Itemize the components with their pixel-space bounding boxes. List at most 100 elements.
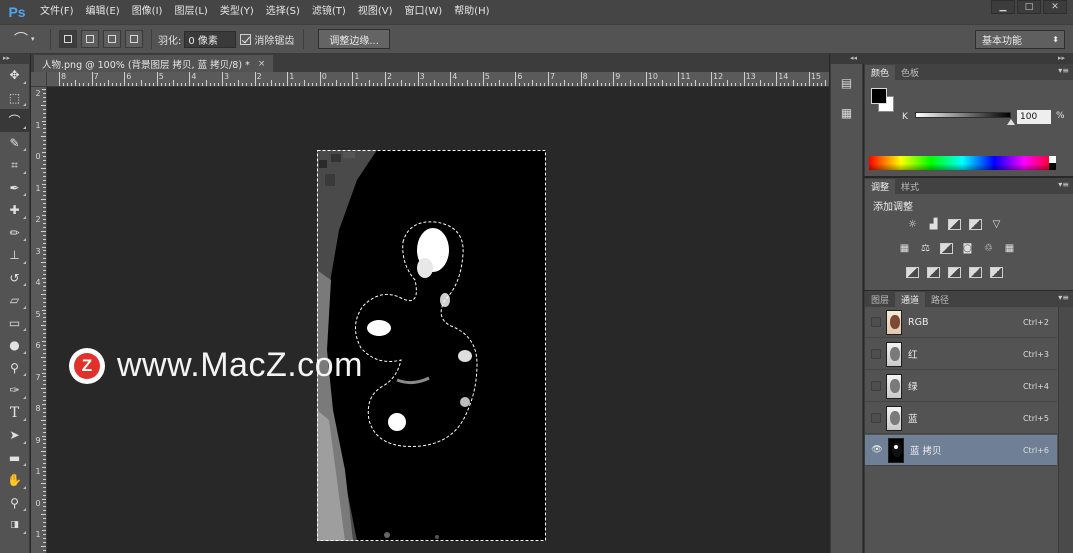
menu-help[interactable]: 帮助(H) (448, 0, 495, 24)
tab-paths[interactable]: 路径 (925, 292, 955, 307)
gradient-map-icon[interactable] (969, 267, 982, 278)
history-panel-icon[interactable]: ▤ (836, 72, 858, 94)
menu-view[interactable]: 视图(V) (352, 0, 399, 24)
ruler-origin[interactable] (31, 72, 47, 87)
menu-layer[interactable]: 图层(L) (168, 0, 213, 24)
history-brush-tool-icon[interactable]: ↺ (0, 267, 29, 290)
channel-row-blue[interactable]: 蓝 Ctrl+5 (865, 403, 1057, 434)
move-tool-icon[interactable]: ✥ (0, 64, 29, 87)
menu-image[interactable]: 图像(I) (126, 0, 169, 24)
lasso-tool-icon[interactable]: ⌒ (0, 109, 29, 132)
ruler-v-label: 0 (35, 152, 41, 161)
color-balance-icon[interactable]: ⚖ (918, 242, 933, 255)
default-colors-icon[interactable]: ◨ (0, 514, 29, 537)
maximize-icon[interactable]: □ (1017, 0, 1041, 14)
ruler-tick (43, 92, 46, 94)
close-tab-icon[interactable]: × (258, 59, 266, 69)
k-slider-track[interactable] (915, 112, 1011, 118)
tab-channels[interactable]: 通道 (895, 292, 926, 307)
menu-window[interactable]: 窗口(W) (398, 0, 448, 24)
invert-icon[interactable] (906, 267, 919, 278)
eye-icon[interactable]: 👁 (871, 445, 883, 455)
brightness-icon[interactable]: ☼ (905, 218, 920, 231)
blur-tool-icon[interactable]: ● (0, 334, 29, 357)
marquee-tool-icon[interactable]: ⬚ (0, 87, 29, 110)
channel-row-red[interactable]: 红 Ctrl+3 (865, 339, 1057, 370)
minimize-icon[interactable]: ▁ (991, 0, 1015, 14)
vibrance-icon[interactable]: ▽ (989, 218, 1004, 231)
document-tab[interactable]: 人物.png @ 100% (背景图层 拷贝, 蓝 拷贝/8) * × (34, 55, 274, 72)
panel-menu-icon[interactable]: ▾≡ (1058, 66, 1069, 75)
menu-type[interactable]: 类型(Y) (214, 0, 260, 24)
hue-saturation-icon[interactable]: ▦ (897, 242, 912, 255)
add-selection-icon[interactable] (81, 30, 99, 48)
expand-icon[interactable]: ▸▸ (1058, 54, 1065, 62)
new-selection-icon[interactable] (59, 30, 77, 48)
photo-filter-icon[interactable]: ◙ (960, 242, 975, 255)
black-white-icon[interactable] (940, 243, 953, 254)
canvas-area[interactable]: Z www.MacZ.com (47, 88, 829, 553)
quick-select-tool-icon[interactable]: ✎ (0, 132, 29, 155)
tab-adjustments[interactable]: 调整 (865, 179, 896, 194)
crop-tool-icon[interactable]: ⌗ (0, 154, 29, 177)
channel-mixer-icon[interactable]: ♲ (981, 242, 996, 255)
path-select-tool-icon[interactable]: ➤ (0, 424, 29, 447)
healing-brush-tool-icon[interactable]: ✚ (0, 199, 29, 222)
pen-tool-icon[interactable]: ✑ (0, 379, 29, 402)
brush-tool-icon[interactable]: ✏ (0, 222, 29, 245)
hand-tool-icon[interactable]: ✋ (0, 469, 29, 492)
eraser-tool-icon[interactable]: ▱ (0, 289, 29, 312)
workspace-select[interactable]: 基本功能 ⬍ (975, 30, 1065, 49)
foreground-color-swatch[interactable] (871, 88, 887, 104)
tab-color[interactable]: 颜色 (865, 65, 896, 80)
feather-input[interactable] (184, 30, 237, 48)
close-icon[interactable]: ✕ (1043, 0, 1067, 14)
menu-file[interactable]: 文件(F) (34, 0, 80, 24)
curves-icon[interactable] (948, 219, 961, 230)
exposure-icon[interactable] (969, 219, 982, 230)
rectangle-tool-icon[interactable]: ▬ (0, 447, 29, 470)
panel-menu-icon[interactable]: ▾≡ (1058, 180, 1069, 189)
clone-stamp-tool-icon[interactable]: ⊥ (0, 244, 29, 267)
panel-menu-icon[interactable]: ▾≡ (1058, 293, 1069, 302)
visibility-toggle[interactable] (871, 317, 881, 327)
channel-thumbnail (888, 437, 904, 463)
tab-layers[interactable]: 图层 (865, 292, 895, 307)
levels-icon[interactable]: ▟ (926, 218, 941, 231)
dodge-tool-icon[interactable]: ⚲ (0, 357, 29, 380)
lasso-tool-preset-icon[interactable]: ⌒ ▾ (14, 28, 44, 50)
menu-select[interactable]: 选择(S) (260, 0, 306, 24)
black-white-picker[interactable] (1049, 156, 1056, 170)
type-tool-icon[interactable]: T (0, 402, 29, 425)
k-slider-thumb[interactable] (1007, 119, 1015, 125)
channel-row-green[interactable]: 绿 Ctrl+4 (865, 371, 1057, 402)
zoom-tool-icon[interactable]: ⚲ (0, 492, 29, 515)
menu-edit[interactable]: 编辑(E) (80, 0, 126, 24)
visibility-toggle[interactable] (871, 349, 881, 359)
collapse-icon[interactable]: ◂◂ (850, 54, 857, 62)
ruler-tick (42, 435, 46, 437)
intersect-selection-icon[interactable] (125, 30, 143, 48)
threshold-icon[interactable] (948, 267, 961, 278)
visibility-toggle[interactable] (871, 413, 881, 423)
tab-styles[interactable]: 样式 (895, 179, 925, 194)
horizontal-ruler[interactable]: 8 7 6 5 4 3 2 1 0 1 2 3 4 5 6 7 8 9 10 11 12 13 14 15 (47, 72, 829, 87)
channel-row-rgb[interactable]: RGB Ctrl+2 (865, 307, 1057, 338)
tab-swatches[interactable]: 色板 (895, 65, 925, 80)
properties-panel-icon[interactable]: ▦ (836, 102, 858, 124)
channels-scrollbar[interactable] (1058, 307, 1073, 553)
channel-row-blue-copy[interactable]: 👁 蓝 拷贝 Ctrl+6 (865, 435, 1057, 466)
k-value-input[interactable]: 100 (1017, 110, 1051, 124)
eyedropper-tool-icon[interactable]: ✒ (0, 177, 29, 200)
refine-edge-button[interactable]: 调整边缘... (318, 29, 390, 49)
menu-filter[interactable]: 滤镜(T) (306, 0, 352, 24)
posterize-icon[interactable] (927, 267, 940, 278)
antialias-checkbox[interactable] (240, 33, 252, 45)
color-lookup-icon[interactable]: ▦ (1002, 242, 1017, 255)
toolbox-collapse[interactable]: ▸▸ (0, 54, 30, 64)
visibility-toggle[interactable] (871, 381, 881, 391)
selective-color-icon[interactable] (990, 267, 1003, 278)
subtract-selection-icon[interactable] (103, 30, 121, 48)
vertical-ruler[interactable]: 210123456789101 (31, 87, 47, 553)
gradient-tool-icon[interactable]: ▭ (0, 312, 29, 335)
